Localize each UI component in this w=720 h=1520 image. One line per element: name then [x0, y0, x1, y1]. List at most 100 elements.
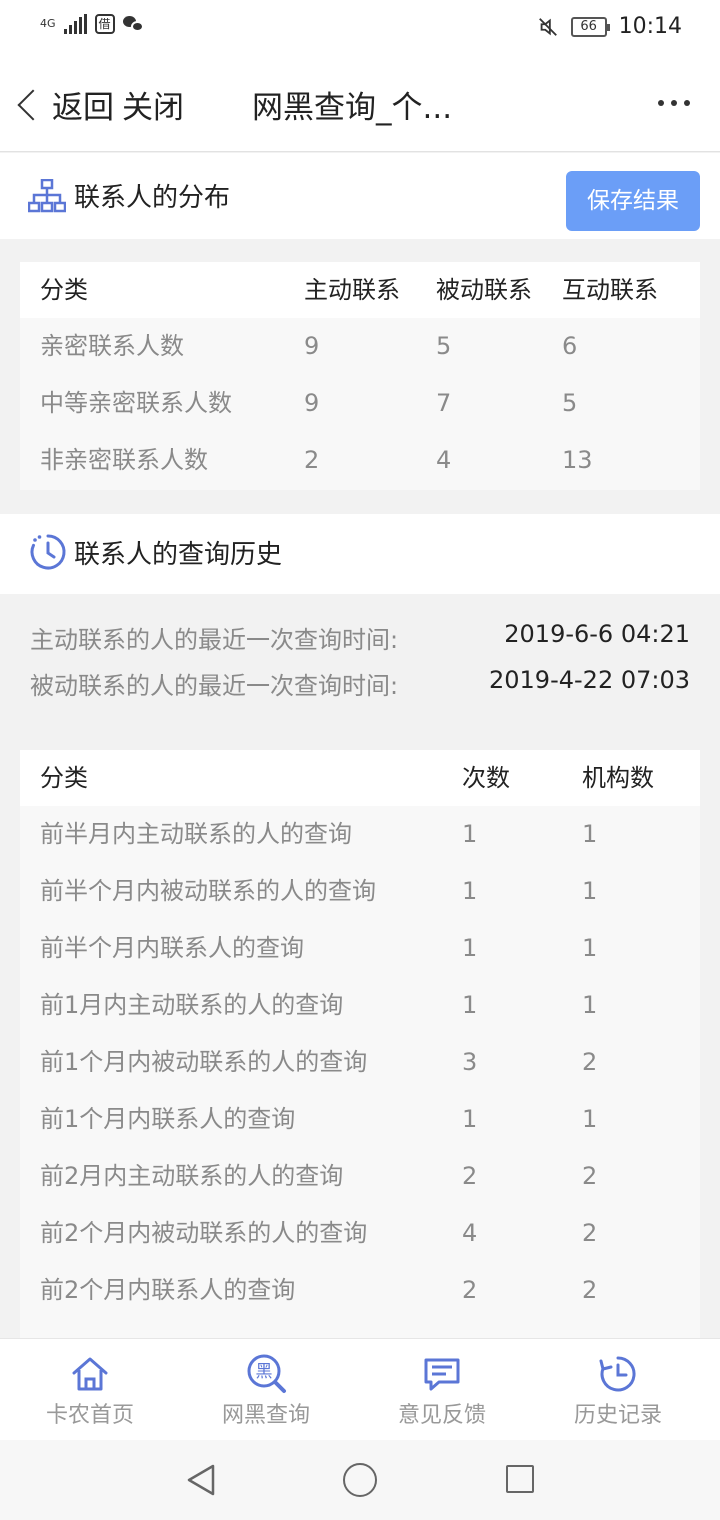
table-cell: 1	[582, 877, 598, 905]
nav-label: 网黑查询	[221, 1403, 310, 1428]
table-cell: 2	[582, 1219, 598, 1247]
table-row: 前2个月内联系人的查询 2 2	[20, 1262, 700, 1319]
passive-last-query: 被动联系的人的最近一次查询时间: 2019-4-22 07:03	[30, 666, 690, 701]
table-cell: 7	[436, 389, 452, 417]
active-last-query: 主动联系的人的最近一次查询时间: 2019-6-6 04:21	[30, 620, 690, 655]
column-header: 被动联系	[436, 276, 532, 304]
battery-icon: 66	[570, 16, 610, 37]
table-row: 前1月内主动联系的人的查询 1 1	[20, 977, 700, 1034]
table-cell: 2	[582, 1048, 598, 1076]
table-cell: 1	[462, 934, 478, 962]
org-chart-icon	[28, 179, 66, 213]
column-header: 分类	[40, 276, 88, 304]
app-header: 返回 关闭 网黑查询_个...	[0, 56, 720, 152]
column-header: 主动联系	[304, 276, 400, 304]
table-cell: 2	[582, 1276, 598, 1304]
table-row: 中等亲密联系人数 9 7 5	[20, 375, 700, 432]
feedback-icon	[424, 1358, 460, 1391]
nav-label: 意见反馈	[397, 1403, 486, 1428]
table-cell: 中等亲密联系人数	[40, 389, 232, 417]
distribution-title: 联系人的分布	[74, 183, 231, 213]
nav-item-blacklist-search[interactable]: 黑 网黑查询	[176, 1339, 356, 1441]
app-notification-icon: 借	[94, 14, 115, 34]
wechat-icon	[122, 15, 145, 33]
battery-level: 66	[580, 18, 597, 34]
table-row: 非亲密联系人数 2 4 13	[20, 432, 700, 489]
table-cell: 1	[462, 820, 478, 848]
home-icon	[72, 1357, 108, 1391]
table-cell: 1	[462, 1105, 478, 1133]
history-table: 分类 次数 机构数 前半月内主动联系的人的查询 1 1 前半个月内被动联系的人的…	[20, 750, 700, 1350]
table-cell: 2	[462, 1276, 478, 1304]
signal-icon	[63, 14, 87, 34]
table-cell: 1	[462, 991, 478, 1019]
table-cell: 13	[562, 446, 593, 474]
table-cell: 4	[462, 1219, 478, 1247]
back-label: 返回	[52, 90, 114, 126]
table-cell: 2	[462, 1162, 478, 1190]
network-type: 4G	[40, 17, 56, 30]
table-cell: 1	[582, 820, 598, 848]
table-cell: 前2月内主动联系的人的查询	[40, 1162, 344, 1190]
system-recent-apps-icon[interactable]	[506, 1465, 534, 1493]
save-result-button[interactable]: 保存结果	[566, 171, 700, 231]
table-cell: 前1月内主动联系的人的查询	[40, 991, 344, 1019]
table-cell: 前半个月内被动联系的人的查询	[40, 877, 376, 905]
table-row: 前1个月内联系人的查询 1 1	[20, 1091, 700, 1148]
history-icon	[599, 1356, 636, 1392]
table-cell: 5	[562, 389, 578, 417]
table-header: 分类 主动联系 被动联系 互动联系	[20, 262, 700, 318]
table-cell: 非亲密联系人数	[40, 446, 208, 474]
table-cell: 1	[582, 991, 598, 1019]
table-row: 前半月内主动联系的人的查询 1 1	[20, 806, 700, 863]
passive-last-query-label: 被动联系的人的最近一次查询时间:	[30, 672, 399, 700]
mute-icon	[538, 17, 557, 36]
active-last-query-value: 2019-6-6 04:21	[504, 620, 690, 648]
page-title: 网黑查询_个...	[252, 90, 453, 126]
table-cell: 前2个月内联系人的查询	[40, 1276, 296, 1304]
column-header: 互动联系	[562, 276, 658, 304]
column-header: 次数	[462, 764, 510, 792]
table-cell: 1	[582, 934, 598, 962]
table-cell: 1	[582, 1105, 598, 1133]
close-button[interactable]: 关闭	[122, 82, 184, 127]
clock: 10:14	[618, 14, 682, 39]
table-cell: 9	[304, 332, 320, 360]
back-button[interactable]: 返回	[14, 82, 114, 127]
bottom-nav: 卡农首页 黑 网黑查询 意见反馈 历史记录	[0, 1338, 720, 1440]
distribution-section-header: 联系人的分布 保存结果	[0, 153, 720, 239]
column-header: 分类	[40, 764, 88, 792]
table-row: 前半个月内被动联系的人的查询 1 1	[20, 863, 700, 920]
table-row: 前2月内主动联系的人的查询 2 2	[20, 1148, 700, 1205]
table-cell: 前1个月内联系人的查询	[40, 1105, 296, 1133]
chevron-left-icon	[17, 88, 49, 121]
blacklist-search-icon: 黑	[247, 1354, 286, 1393]
table-row: 前半个月内联系人的查询 1 1	[20, 920, 700, 977]
column-header: 机构数	[582, 764, 654, 792]
table-cell: 2	[304, 446, 320, 474]
status-bar: 4G 借 66 10:14	[0, 0, 720, 56]
table-cell: 2	[582, 1162, 598, 1190]
passive-last-query-value: 2019-4-22 07:03	[489, 666, 690, 694]
table-row: 前2个月内被动联系的人的查询 4 2	[20, 1205, 700, 1262]
clock-history-icon	[30, 534, 66, 570]
nav-item-feedback[interactable]: 意见反馈	[352, 1339, 532, 1441]
table-cell: 4	[436, 446, 452, 474]
table-header: 分类 次数 机构数	[20, 750, 700, 806]
table-cell: 前半个月内联系人的查询	[40, 934, 304, 962]
table-cell: 前半月内主动联系的人的查询	[40, 820, 352, 848]
active-last-query-label: 主动联系的人的最近一次查询时间:	[30, 626, 399, 654]
table-cell: 6	[562, 332, 578, 360]
nav-label: 卡农首页	[45, 1403, 134, 1428]
history-title: 联系人的查询历史	[74, 540, 283, 570]
blacklist-icon-char: 黑	[256, 1362, 273, 1382]
table-cell: 1	[462, 877, 478, 905]
table-cell: 亲密联系人数	[40, 332, 184, 360]
system-back-icon[interactable]	[185, 1462, 217, 1498]
table-cell: 5	[436, 332, 452, 360]
nav-item-home[interactable]: 卡农首页	[0, 1339, 180, 1441]
nav-item-history[interactable]: 历史记录	[528, 1339, 708, 1441]
more-dots-icon[interactable]	[658, 100, 690, 106]
table-cell: 前1个月内被动联系的人的查询	[40, 1048, 368, 1076]
system-home-icon[interactable]	[343, 1463, 377, 1497]
